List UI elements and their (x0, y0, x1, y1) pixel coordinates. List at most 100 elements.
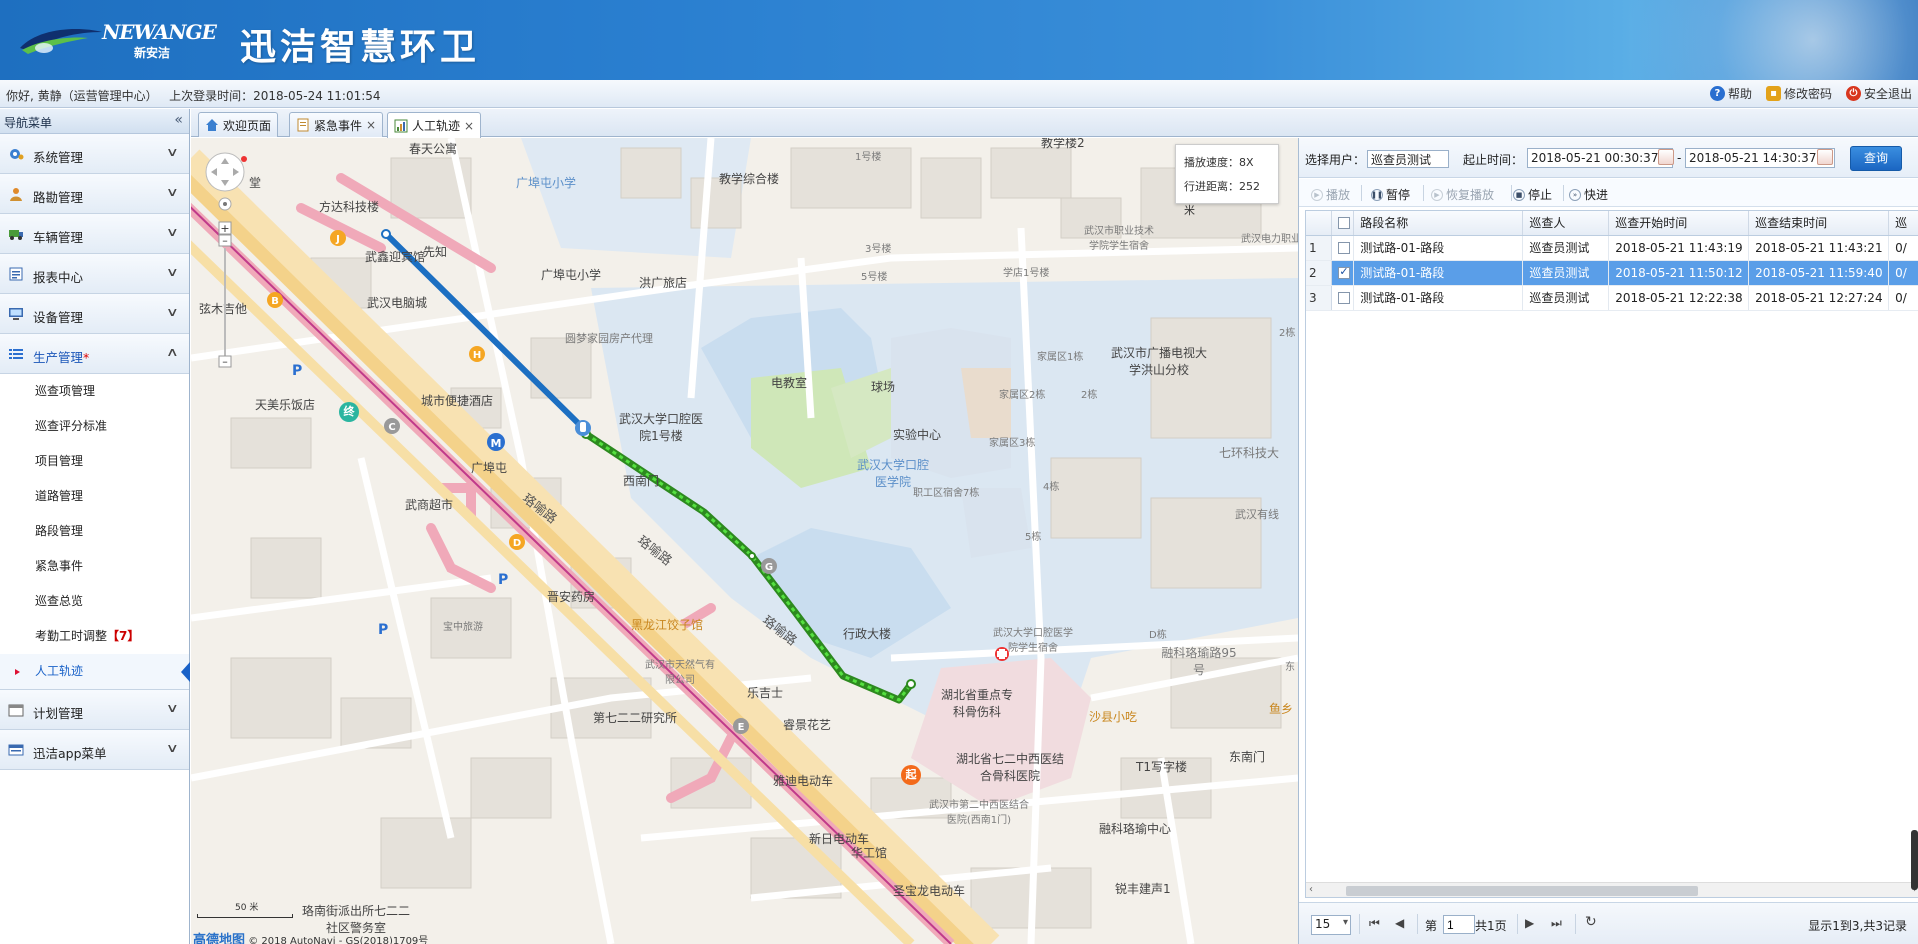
track-query-panel: 选择用户： 起止时间： - 查询 ▶播放 ❚❚暂停 ▶恢复播放 ■停止 »快进 … (1298, 138, 1918, 944)
column-header[interactable]: 巡查开始时间 (1608, 211, 1750, 236)
start-time-cell: 2018-05-21 12:22:38 (1608, 285, 1750, 311)
resume-button[interactable]: ▶ 恢复播放 (1431, 186, 1494, 203)
start-time-cell: 2018-05-21 11:43:19 (1608, 235, 1750, 261)
map-label: 武汉电力职业技术学院 (1241, 234, 1298, 245)
column-header[interactable]: 巡 (1888, 211, 1918, 236)
menu-system-management[interactable]: 系统管理 ∨ (0, 134, 189, 174)
map-label: T1写字楼 (1136, 760, 1187, 774)
submenu-manual-track[interactable]: 人工轨迹 (0, 654, 190, 689)
page-number-input[interactable] (1443, 915, 1475, 934)
tab-manual-track[interactable]: 人工轨迹 × (387, 112, 482, 138)
submenu-project-management[interactable]: 项目管理 (0, 444, 189, 479)
pagination-bar: 15 ▾ ⏮ ◀ 第 共1页 ▶ ⏭ ↻ 显示1到3,共3记录 (1299, 902, 1918, 944)
required-marker: * (83, 350, 90, 365)
menu-vehicle-management[interactable]: 车辆管理 ∨ (0, 214, 189, 254)
map-label: 学店1号楼 (1003, 268, 1050, 279)
page-prefix: 第 (1425, 919, 1438, 933)
collapse-sidebar-icon[interactable]: « (174, 112, 183, 128)
row-checkbox[interactable] (1338, 292, 1351, 304)
select-all-checkbox[interactable] (1338, 217, 1351, 230)
close-tab-icon[interactable]: × (464, 119, 474, 133)
next-page-icon[interactable]: ▶ (1525, 916, 1534, 930)
menu-road-survey[interactable]: 路勘管理 ∨ (0, 174, 189, 214)
tab-welcome[interactable]: 欢迎页面 (198, 112, 279, 137)
record-summary: 显示1到3,共3记录 (1808, 919, 1907, 933)
submenu-segment-management[interactable]: 路段管理 (0, 514, 189, 549)
column-header[interactable]: 路段名称 (1353, 211, 1524, 236)
page-total: 共1页 (1475, 919, 1507, 933)
end-marker[interactable]: 终 (339, 402, 359, 422)
start-marker[interactable]: 起 (901, 765, 921, 785)
fast-forward-button[interactable]: » 快进 (1569, 186, 1608, 203)
query-button[interactable]: 查询 (1850, 146, 1902, 171)
prev-page-icon[interactable]: ◀ (1395, 916, 1404, 930)
pager-divider (1517, 914, 1518, 934)
map-label: 2栋 (1081, 390, 1098, 401)
menu-device-management[interactable]: 设备管理 ∨ (0, 294, 189, 334)
row-checkbox-checked[interactable] (1338, 265, 1351, 279)
map-label: 武汉市广播电视大学洪山分校 (1110, 346, 1207, 377)
column-header[interactable]: 巡查人 (1522, 211, 1610, 236)
page-size-select[interactable]: 15 ▾ (1311, 915, 1351, 935)
table-row-selected[interactable]: 2 测试路-01-路段 巡查员测试 2018-05-21 11:50:12 20… (1306, 260, 1918, 286)
submenu-emergency-events[interactable]: 紧急事件 (0, 549, 189, 584)
horizontal-scrollbar[interactable]: ‹ › (1306, 882, 1918, 897)
help-label: 帮助 (1727, 87, 1752, 101)
map-label: 方达科技楼 (319, 200, 380, 214)
end-time-input[interactable] (1685, 148, 1835, 168)
map-label: 融科珞瑜路95号 (1161, 646, 1237, 677)
page-scroll-handle[interactable] (1911, 830, 1918, 890)
map-view[interactable]: J B H D C G E M P P P 起 终 方达科技楼 武鑫迎宾馆 先知 武… (191, 138, 1298, 944)
calendar-icon[interactable] (1658, 149, 1674, 165)
table-row[interactable]: 1 测试路-01-路段 巡查员测试 2018-05-21 11:43:19 20… (1306, 235, 1918, 261)
first-page-icon[interactable]: ⏮ (1369, 916, 1380, 931)
map-label: 七环科技大 (1219, 446, 1280, 460)
help-link[interactable]: ? 帮助 (1709, 85, 1752, 102)
menu-report-center[interactable]: 报表中心 ∨ (0, 254, 189, 294)
submenu-road-management[interactable]: 道路管理 (0, 479, 189, 514)
scale-bar: 50 米 (197, 900, 293, 918)
logout-link[interactable]: ⏻ 安全退出 (1845, 85, 1912, 102)
menu-app-menu[interactable]: 迅洁app菜单 ∨ (0, 730, 189, 770)
stop-icon: ■ (1513, 188, 1525, 201)
start-time-input[interactable] (1527, 148, 1673, 168)
play-button[interactable]: ▶ 播放 (1311, 186, 1350, 203)
map-label: 武汉有线 (1235, 508, 1279, 521)
stop-button[interactable]: ■ 停止 (1513, 186, 1552, 203)
scrollbar-thumb[interactable] (1346, 886, 1698, 896)
segment-name-cell: 测试路-01-路段 (1353, 235, 1524, 261)
svg-text:–: – (222, 355, 228, 368)
map-label: 家属区2栋 (999, 390, 1046, 401)
help-icon: ? (1709, 86, 1725, 101)
calendar-icon[interactable] (1817, 149, 1833, 165)
svg-text:M: M (491, 437, 502, 450)
change-password-link[interactable]: ▪ 修改密码 (1765, 85, 1832, 102)
menu-production-management[interactable]: 生产管理* ∧ (0, 334, 189, 374)
map-label: 广埠屯小学 (516, 176, 577, 190)
stop-label: 停止 (1528, 188, 1553, 202)
svg-text:H: H (473, 350, 481, 361)
menu-plan-management[interactable]: 计划管理 ∨ (0, 690, 189, 730)
svg-text:E: E (738, 722, 745, 733)
row-checkbox[interactable] (1338, 242, 1351, 254)
map-label: 湖北省重点专科骨伤科 (940, 688, 1013, 719)
submenu-attendance-adjust[interactable]: 考勤工时调整【7】 (0, 619, 189, 654)
tab-emergency-events[interactable]: 紧急事件 × (289, 112, 384, 137)
user-label: 选择用户： (1305, 153, 1366, 167)
row-number-header (1306, 211, 1333, 236)
play-label: 播放 (1326, 188, 1351, 202)
last-page-icon[interactable]: ⏭ (1551, 916, 1562, 931)
production-submenu: 巡查项管理 巡查评分标准 项目管理 道路管理 路段管理 紧急事件 巡查总览 考勤… (0, 374, 190, 690)
pause-button[interactable]: ❚❚ 暂停 (1371, 186, 1410, 203)
app-header: NEWANGE 新安洁 迅洁智慧环卫 (0, 0, 1918, 80)
table-row[interactable]: 3 测试路-01-路段 巡查员测试 2018-05-21 12:22:38 20… (1306, 285, 1918, 311)
user-input[interactable] (1367, 150, 1449, 168)
submenu-scoring-standard[interactable]: 巡查评分标准 (0, 409, 189, 444)
column-header[interactable]: 巡查结束时间 (1748, 211, 1890, 236)
submenu-inspection-items[interactable]: 巡查项管理 (0, 374, 189, 409)
submenu-inspection-overview[interactable]: 巡查总览 (0, 584, 189, 619)
refresh-icon[interactable]: ↻ (1585, 914, 1597, 930)
scroll-left-icon[interactable]: ‹ (1309, 884, 1313, 895)
close-tab-icon[interactable]: × (366, 118, 376, 132)
logo-brand: NEWANGE (102, 20, 217, 44)
